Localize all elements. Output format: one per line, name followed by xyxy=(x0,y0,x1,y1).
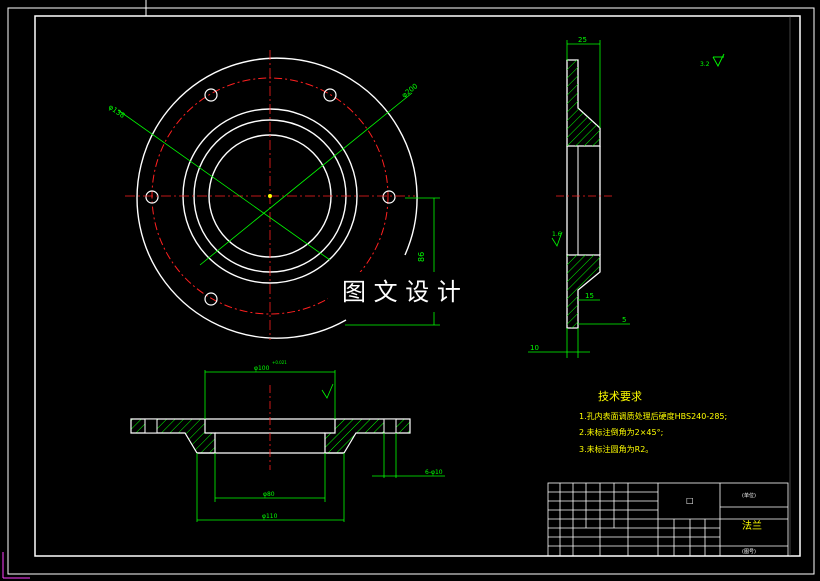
tech-item-3: 3.未标注圆角为R2。 xyxy=(579,444,653,454)
sec-dim-holes: 6-φ10 xyxy=(425,469,443,476)
general-roughness-value: 3.2 xyxy=(700,61,710,68)
center-point xyxy=(268,194,272,198)
side-roughness-value: 1.6 xyxy=(552,231,562,238)
side-dim-edge: 5 xyxy=(622,316,626,324)
section-bolt-hole-left xyxy=(144,418,158,434)
sec-dim-bore-tol: +0.021 xyxy=(272,360,287,365)
side-dim-bottom: 10 xyxy=(530,344,539,352)
tech-item-1: 1.孔内表面调质处理后硬度HBS240-285; xyxy=(579,411,727,421)
watermark-text: 图 文 设 计 xyxy=(342,278,461,306)
tb-drawing-no: (图号) xyxy=(742,549,756,555)
cad-drawing-canvas: 86 φ138 φ200 图 文 设 计 25 15 5 10 1.6 3.2 … xyxy=(0,0,820,581)
tb-company: (单位) xyxy=(742,492,756,499)
sec-dim-base: φ110 xyxy=(262,513,278,520)
tech-title: 技术要求 xyxy=(598,390,642,403)
side-dim-top: 25 xyxy=(578,36,587,44)
sec-dim-bore: φ100 xyxy=(254,365,270,372)
side-dim-step: 15 xyxy=(585,292,594,300)
section-bolt-hole-right xyxy=(383,418,397,434)
tb-material-cell: □ xyxy=(686,496,694,505)
sec-dim-inner: φ80 xyxy=(263,491,275,498)
front-height-dim: 86 xyxy=(417,252,426,262)
tb-part-name: 法兰 xyxy=(742,519,762,532)
tech-item-2: 2.未标注倒角为2×45°; xyxy=(579,427,663,437)
